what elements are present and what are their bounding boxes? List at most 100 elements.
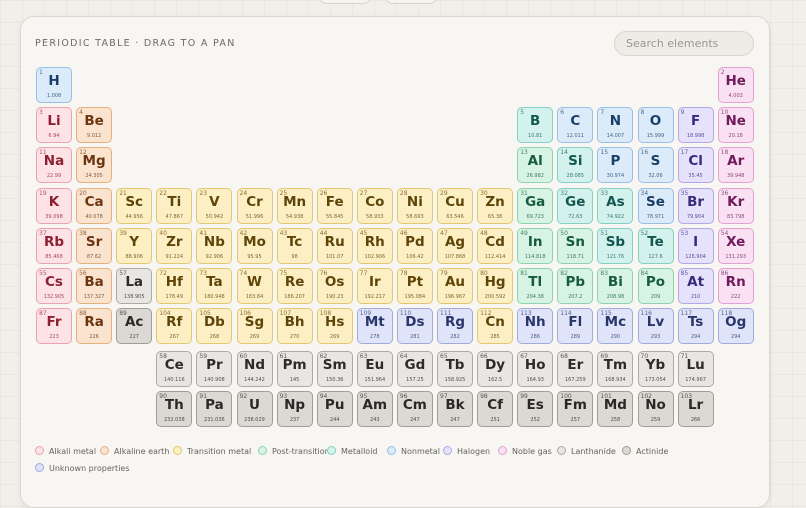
top-tab-right[interactable]: [384, 0, 438, 4]
element-tile-dy[interactable]: 66 Dy 162.5: [477, 351, 514, 387]
element-tile-ge[interactable]: 32 Ge 72.63: [557, 188, 594, 224]
element-tile-zn[interactable]: 30 Zn 65.38: [477, 188, 514, 224]
element-tile-mg[interactable]: 12 Mg 24.305: [76, 147, 113, 183]
element-tile-bh[interactable]: 107 Bh 270: [276, 308, 313, 344]
element-tile-sc[interactable]: 21 Sc 44.956: [116, 188, 153, 224]
element-tile-v[interactable]: 23 V 50.942: [196, 188, 233, 224]
legend-item-transition[interactable]: Transition metal: [173, 446, 251, 456]
element-tile-sr[interactable]: 38 Sr 87.62: [76, 228, 113, 264]
search-input[interactable]: [614, 31, 754, 56]
element-tile-ds[interactable]: 110 Ds 281: [396, 308, 433, 344]
element-tile-sn[interactable]: 50 Sn 118.71: [557, 228, 594, 264]
element-tile-y[interactable]: 39 Y 88.906: [116, 228, 153, 264]
element-tile-fl[interactable]: 114 Fl 289: [557, 308, 594, 344]
element-tile-tb[interactable]: 65 Tb 158.925: [437, 351, 473, 387]
element-tile-te[interactable]: 52 Te 127.6: [637, 228, 674, 264]
element-tile-pu[interactable]: 94 Pu 244: [316, 391, 353, 427]
element-tile-be[interactable]: 4 Be 9.012: [76, 107, 113, 143]
element-tile-au[interactable]: 79 Au 196.967: [437, 268, 473, 304]
element-tile-n[interactable]: 7 N 14.007: [597, 107, 634, 143]
element-tile-cd[interactable]: 48 Cd 112.414: [477, 228, 514, 264]
element-tile-al[interactable]: 13 Al 26.982: [517, 147, 554, 183]
element-tile-gd[interactable]: 64 Gd 157.25: [396, 351, 433, 387]
element-tile-tl[interactable]: 81 Tl 204.38: [517, 268, 554, 304]
element-tile-es[interactable]: 99 Es 252: [517, 391, 554, 427]
element-tile-at[interactable]: 85 At 210: [677, 268, 714, 304]
element-tile-ru[interactable]: 44 Ru 101.07: [316, 228, 353, 264]
element-tile-ts[interactable]: 117 Ts 294: [677, 308, 714, 344]
element-tile-hg[interactable]: 80 Hg 200.592: [477, 268, 514, 304]
element-tile-k[interactable]: 19 K 39.098: [36, 188, 72, 224]
element-tile-pr[interactable]: 59 Pr 140.908: [196, 351, 233, 387]
element-tile-db[interactable]: 105 Db 268: [196, 308, 233, 344]
element-tile-ag[interactable]: 47 Ag 107.868: [437, 228, 473, 264]
element-tile-og[interactable]: 118 Og 294: [717, 308, 754, 344]
element-tile-b[interactable]: 5 B 10.81: [517, 107, 554, 143]
element-tile-hf[interactable]: 72 Hf 178.49: [156, 268, 193, 304]
element-tile-tc[interactable]: 43 Tc 98: [276, 228, 313, 264]
element-tile-kr[interactable]: 36 Kr 83.798: [717, 188, 754, 224]
element-tile-rf[interactable]: 104 Rf 267: [156, 308, 193, 344]
element-tile-rg[interactable]: 111 Rg 282: [437, 308, 473, 344]
element-tile-ho[interactable]: 67 Ho 164.93: [517, 351, 554, 387]
element-tile-he[interactable]: 2 He 4.003: [717, 67, 754, 103]
legend-item-nonmetal[interactable]: Nonmetal: [387, 446, 440, 456]
element-tile-cu[interactable]: 29 Cu 63.546: [437, 188, 473, 224]
element-tile-h[interactable]: 1 H 1.008: [36, 67, 72, 103]
element-tile-mc[interactable]: 115 Mc 290: [597, 308, 634, 344]
element-tile-cn[interactable]: 112 Cn 285: [477, 308, 514, 344]
element-tile-as[interactable]: 33 As 74.922: [597, 188, 634, 224]
legend-item-metalloid[interactable]: Metalloid: [327, 446, 378, 456]
element-tile-eu[interactable]: 63 Eu 151.964: [356, 351, 393, 387]
element-tile-cl[interactable]: 17 Cl 35.45: [677, 147, 714, 183]
element-tile-la[interactable]: 57 La 138.905: [116, 268, 153, 304]
element-tile-mn[interactable]: 25 Mn 54.938: [276, 188, 313, 224]
element-tile-nd[interactable]: 60 Nd 144.242: [236, 351, 273, 387]
element-tile-pm[interactable]: 61 Pm 145: [276, 351, 313, 387]
element-tile-lr[interactable]: 103 Lr 266: [677, 391, 714, 427]
element-tile-u[interactable]: 92 U 238.029: [236, 391, 273, 427]
element-tile-ti[interactable]: 22 Ti 47.867: [156, 188, 193, 224]
element-tile-er[interactable]: 68 Er 167.259: [557, 351, 594, 387]
element-tile-cs[interactable]: 55 Cs 132.905: [36, 268, 72, 304]
element-tile-mt[interactable]: 109 Mt 278: [356, 308, 393, 344]
element-tile-in[interactable]: 49 In 114.818: [517, 228, 554, 264]
element-tile-ba[interactable]: 56 Ba 137.327: [76, 268, 113, 304]
element-tile-ga[interactable]: 31 Ga 69.723: [517, 188, 554, 224]
element-tile-ne[interactable]: 10 Ne 20.18: [717, 107, 754, 143]
element-tile-sg[interactable]: 106 Sg 269: [236, 308, 273, 344]
element-tile-pd[interactable]: 46 Pd 106.42: [396, 228, 433, 264]
element-tile-rh[interactable]: 45 Rh 102.906: [356, 228, 393, 264]
element-tile-po[interactable]: 84 Po 209: [637, 268, 674, 304]
element-tile-no[interactable]: 102 No 259: [637, 391, 674, 427]
element-tile-tm[interactable]: 69 Tm 168.934: [597, 351, 634, 387]
element-tile-ca[interactable]: 20 Ca 40.078: [76, 188, 113, 224]
element-tile-ac[interactable]: 89 Ac 227: [116, 308, 153, 344]
element-tile-nh[interactable]: 113 Nh 286: [517, 308, 554, 344]
element-tile-lv[interactable]: 116 Lv 293: [637, 308, 674, 344]
element-tile-os[interactable]: 76 Os 190.23: [316, 268, 353, 304]
element-tile-na[interactable]: 11 Na 22.99: [36, 147, 72, 183]
element-tile-xe[interactable]: 54 Xe 131.293: [717, 228, 754, 264]
element-tile-fm[interactable]: 100 Fm 257: [557, 391, 594, 427]
element-tile-am[interactable]: 95 Am 243: [356, 391, 393, 427]
element-tile-ni[interactable]: 28 Ni 58.693: [396, 188, 433, 224]
element-tile-np[interactable]: 93 Np 237: [276, 391, 313, 427]
element-tile-i[interactable]: 53 I 126.904: [677, 228, 714, 264]
element-tile-md[interactable]: 101 Md 258: [597, 391, 634, 427]
element-tile-li[interactable]: 3 Li 6.94: [36, 107, 72, 143]
element-tile-o[interactable]: 8 O 15.999: [637, 107, 674, 143]
element-tile-ce[interactable]: 58 Ce 140.116: [156, 351, 193, 387]
element-tile-lu[interactable]: 71 Lu 174.967: [677, 351, 714, 387]
element-tile-bi[interactable]: 83 Bi 208.98: [597, 268, 634, 304]
legend-item-post[interactable]: Post-transition: [258, 446, 330, 456]
element-tile-se[interactable]: 34 Se 78.971: [637, 188, 674, 224]
element-tile-hs[interactable]: 108 Hs 269: [316, 308, 353, 344]
element-tile-bk[interactable]: 97 Bk 247: [437, 391, 473, 427]
element-tile-nb[interactable]: 41 Nb 92.906: [196, 228, 233, 264]
legend-item-alkali[interactable]: Alkali metal: [35, 446, 96, 456]
element-tile-c[interactable]: 6 C 12.011: [557, 107, 594, 143]
element-tile-rn[interactable]: 86 Rn 222: [717, 268, 754, 304]
legend-item-halogen[interactable]: Halogen: [443, 446, 490, 456]
legend-item-actinide[interactable]: Actinide: [622, 446, 668, 456]
